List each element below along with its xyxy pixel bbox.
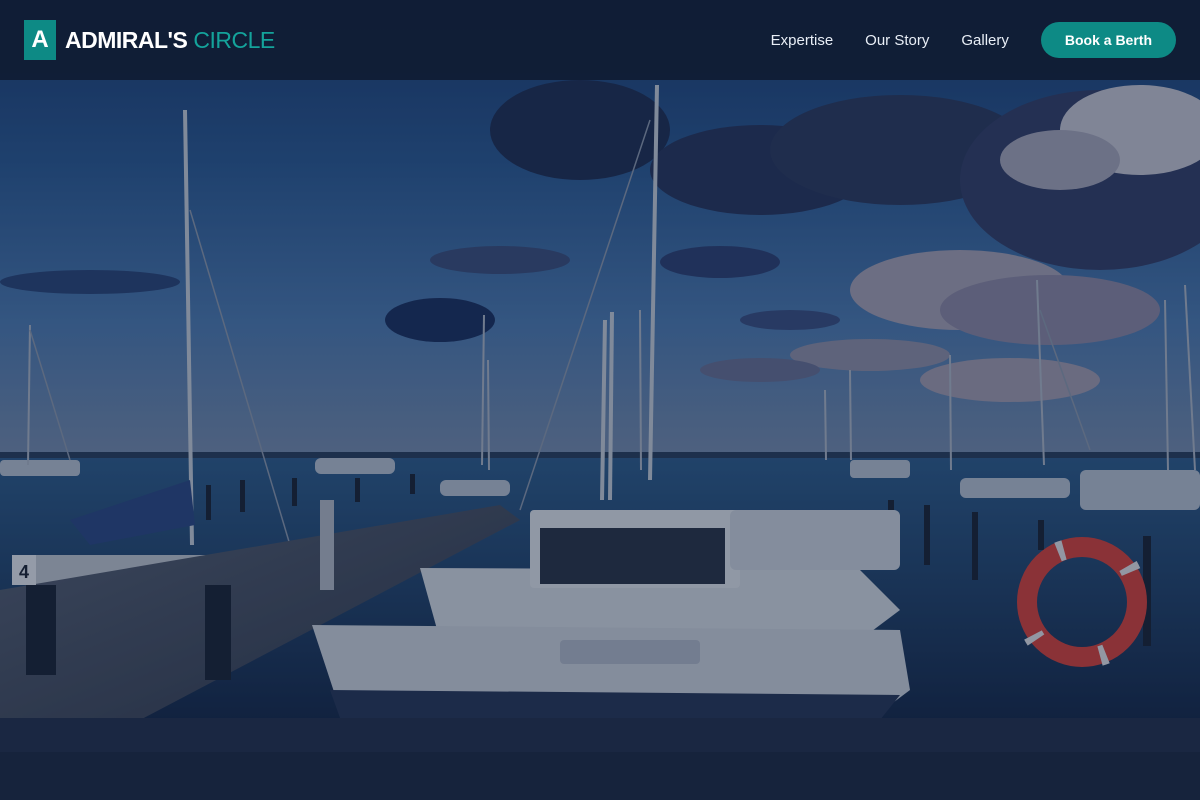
brand-mark: A — [24, 20, 56, 60]
hero-overlay — [0, 0, 1200, 800]
nav-link-expertise[interactable]: Expertise — [771, 32, 834, 49]
brand-logo-link[interactable]: A ADMIRAL'S CIRCLE — [24, 20, 275, 60]
top-navbar: A ADMIRAL'S CIRCLE Expertise Our Story G… — [0, 0, 1200, 80]
brand-name: ADMIRAL'S — [65, 26, 188, 53]
nav-link-gallery[interactable]: Gallery — [961, 32, 1009, 49]
hero-background: 4 — [0, 0, 1200, 800]
marina-photo: 4 — [0, 0, 1200, 800]
nav-link-our-story[interactable]: Our Story — [865, 32, 929, 49]
brand-accent: CIRCLE — [193, 26, 275, 53]
book-a-berth-button[interactable]: Book a Berth — [1040, 22, 1176, 58]
main-navigation: Expertise Our Story Gallery — [771, 32, 1009, 49]
